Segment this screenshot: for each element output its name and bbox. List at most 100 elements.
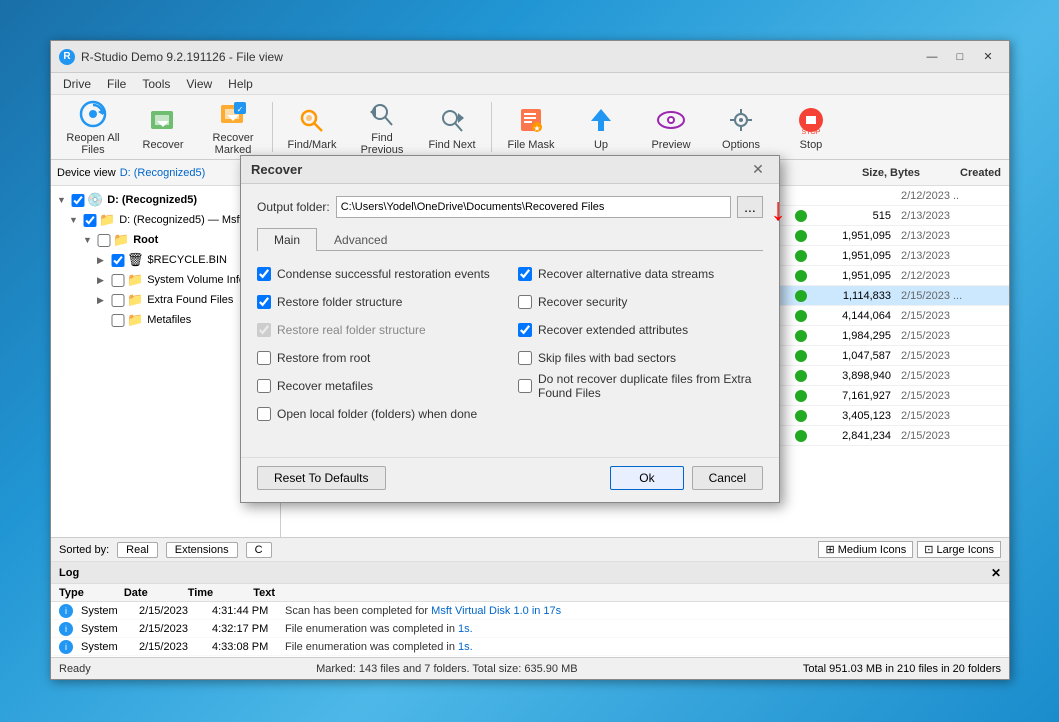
preview-button[interactable]: Preview <box>637 100 705 155</box>
output-folder-input[interactable] <box>336 196 731 218</box>
log-info-icon: i <box>59 622 73 636</box>
tree-checkbox[interactable] <box>111 254 125 267</box>
browse-button[interactable]: ... <box>737 196 763 218</box>
window-title: R-Studio Demo 9.2.191126 - File view <box>81 50 919 64</box>
up-button[interactable]: Up <box>567 100 635 155</box>
sort-real-button[interactable]: Real <box>117 542 158 558</box>
dialog-title: Recover <box>251 162 747 177</box>
reset-defaults-button[interactable]: Reset To Defaults <box>257 466 386 490</box>
find-previous-button[interactable]: Find Previous <box>348 100 416 155</box>
separator-1 <box>272 102 273 152</box>
dialog-close-button[interactable]: ✕ <box>747 160 769 180</box>
filemask-icon: ★ <box>513 104 549 136</box>
filesize: 1,114,833 <box>811 290 891 302</box>
log-col-time: Time <box>188 587 213 599</box>
filesize: 3,898,940 <box>811 370 891 382</box>
option-restore-from-root-checkbox[interactable] <box>257 351 271 365</box>
find-next-button[interactable]: Find Next <box>418 100 486 155</box>
filedate: 2/15/2023 <box>901 410 1001 422</box>
tree-checkbox[interactable] <box>71 194 85 207</box>
tree-label: Root <box>133 234 158 246</box>
menu-drive[interactable]: Drive <box>55 75 99 93</box>
log-highlight: 1s. <box>458 641 473 653</box>
sort-c-button[interactable]: C <box>246 542 272 558</box>
medium-icons-button[interactable]: ⊞ Medium Icons <box>818 541 913 558</box>
status-dot <box>795 370 807 382</box>
filesize: 7,161,927 <box>811 390 891 402</box>
options-button[interactable]: Options <box>707 100 775 155</box>
folder-icon: 📁 <box>127 292 143 308</box>
tree-checkbox[interactable] <box>111 294 125 307</box>
log-title: Log <box>59 567 79 579</box>
log-time: 4:32:17 PM <box>212 623 277 635</box>
log-type: System <box>81 605 131 617</box>
svg-text:✓: ✓ <box>237 105 244 114</box>
filesize: 4,144,064 <box>811 310 891 322</box>
log-row: i System 2/15/2023 4:33:08 PM File enume… <box>51 638 1009 656</box>
tree-checkbox[interactable] <box>97 234 111 247</box>
tree-checkbox[interactable] <box>111 314 125 327</box>
tree-label: System Volume Info... <box>147 274 254 286</box>
cancel-button[interactable]: Cancel <box>692 466 763 490</box>
option-empty <box>518 403 763 425</box>
log-info-icon: i <box>59 640 73 654</box>
file-mask-button[interactable]: ★ File Mask <box>497 100 565 155</box>
icons-bar: ⊞ Medium Icons ⊡ Large Icons <box>818 541 1001 558</box>
option-no-duplicate-checkbox[interactable] <box>518 379 532 393</box>
option-condense: Condense successful restoration events <box>257 263 502 285</box>
option-recover-extended-checkbox[interactable] <box>518 323 532 337</box>
ok-button[interactable]: Ok <box>610 466 683 490</box>
option-open-folder-checkbox[interactable] <box>257 407 271 421</box>
stop-button[interactable]: STOP Stop <box>777 100 845 155</box>
tab-main[interactable]: Main <box>257 228 317 251</box>
minimize-button[interactable]: — <box>919 47 945 67</box>
log-close-icon[interactable]: ✕ <box>991 566 1001 580</box>
filesize: 2,841,234 <box>811 430 891 442</box>
maximize-button[interactable]: □ <box>947 47 973 67</box>
medium-icons-label: Medium Icons <box>838 544 906 556</box>
menu-view[interactable]: View <box>178 75 220 93</box>
filedate: 2/13/2023 <box>901 250 1001 262</box>
option-skip-bad-sectors-checkbox[interactable] <box>518 351 532 365</box>
tab-advanced[interactable]: Advanced <box>317 228 404 251</box>
recover-button[interactable]: Recover <box>129 100 197 155</box>
option-recover-security-checkbox[interactable] <box>518 295 532 309</box>
sort-extensions-button[interactable]: Extensions <box>166 542 238 558</box>
reopen-all-files-button[interactable]: Reopen All Files <box>59 100 127 155</box>
tree-label: $RECYCLE.BIN <box>148 254 227 266</box>
option-condense-checkbox[interactable] <box>257 267 271 281</box>
toolbar: Reopen All Files Recover ✓ <box>51 95 1009 160</box>
option-restore-folder-checkbox[interactable] <box>257 295 271 309</box>
log-date: 2/15/2023 <box>139 641 204 653</box>
filedate: 2/15/2023 <box>901 330 1001 342</box>
option-recover-alt-streams-checkbox[interactable] <box>518 267 532 281</box>
log-columns: Type Date Time Text <box>51 584 1009 602</box>
tree-label: D: (Recognized5) <box>107 194 197 206</box>
option-restore-from-root: Restore from root <box>257 347 502 369</box>
status-dot <box>795 310 807 322</box>
findnext-icon <box>434 104 470 136</box>
tree-arrow: ▶ <box>97 255 111 266</box>
filedate: 2/15/2023 <box>901 390 1001 402</box>
menu-help[interactable]: Help <box>220 75 261 93</box>
large-icons-button[interactable]: ⊡ Large Icons <box>917 541 1001 558</box>
up-icon <box>583 104 619 136</box>
find-previous-label: Find Previous <box>349 132 415 156</box>
tree-checkbox[interactable] <box>83 214 97 227</box>
option-no-duplicate-label: Do not recover duplicate files from Extr… <box>538 372 763 400</box>
status-info: Marked: 143 files and 7 folders. Total s… <box>111 663 783 675</box>
menu-tools[interactable]: Tools <box>134 75 178 93</box>
option-recover-alt-streams-label: Recover alternative data streams <box>538 267 714 281</box>
drive-icon: 💿 <box>87 192 103 208</box>
recycle-icon: 🗑 <box>127 252 144 268</box>
log-type: System <box>81 641 131 653</box>
close-button[interactable]: ✕ <box>975 47 1001 67</box>
reopen-label: Reopen All Files <box>60 132 126 156</box>
menu-file[interactable]: File <box>99 75 134 93</box>
option-recover-metafiles-label: Recover metafiles <box>277 379 373 393</box>
recover-marked-button[interactable]: ✓ Recover Marked <box>199 100 267 155</box>
option-recover-metafiles-checkbox[interactable] <box>257 379 271 393</box>
tree-checkbox[interactable] <box>111 274 125 287</box>
find-mark-button[interactable]: Find/Mark <box>278 100 346 155</box>
status-ready: Ready <box>59 663 91 675</box>
